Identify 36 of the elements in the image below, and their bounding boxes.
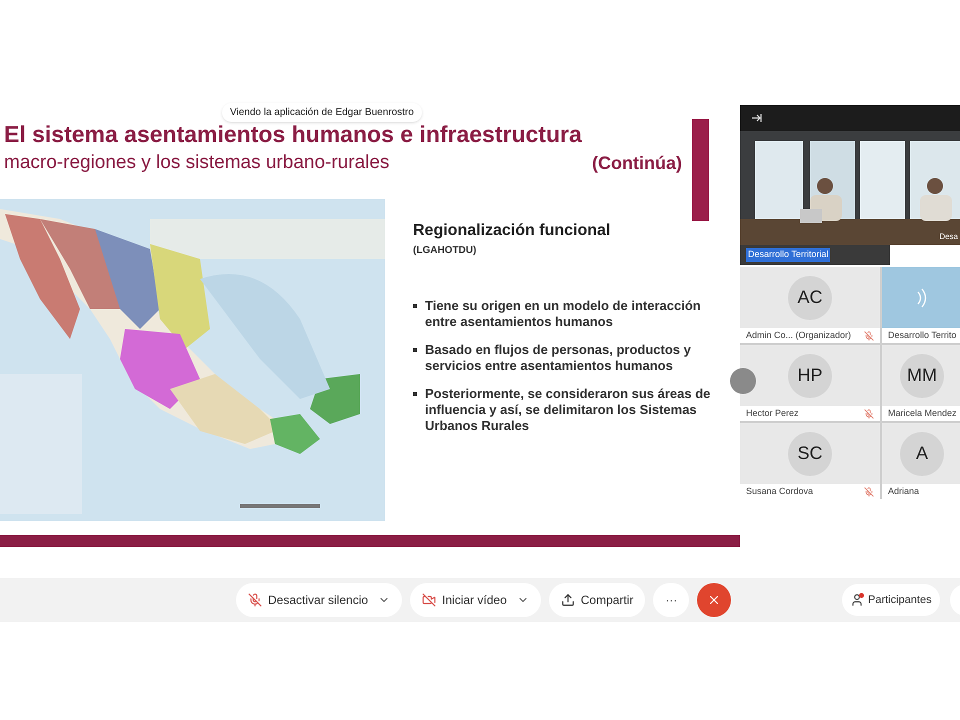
bullet-text: Basado en flujos de personas, productos y servicios entre asentamientos humanos	[425, 342, 692, 374]
video-off-icon	[422, 593, 436, 607]
toolbar-button[interactable]: Compartir	[548, 583, 646, 617]
participant-name: Desarrollo Territo	[888, 328, 956, 342]
continued-label: (Continúa)	[592, 152, 682, 175]
collapse-icon[interactable]	[752, 114, 762, 122]
viewing-banner: Viendo la aplicación de Edgar Buenrostro	[222, 103, 422, 122]
video-name-label: Desarrollo Territorial	[746, 248, 830, 262]
avatar: A	[900, 432, 944, 476]
bullet-text: Tiene su origen en un modelo de interacción entre asentamientos humanos	[425, 298, 702, 330]
bullet-icon	[413, 392, 417, 396]
avatar: HP	[788, 354, 832, 398]
bullet-text: Posteriormente, se consideraron sus áreas de influencia y así, se delimitaron los Sistemas Urbanos Rurales	[425, 386, 712, 434]
toolbar-button[interactable]: Desactivar silencio	[236, 583, 402, 617]
participants-button[interactable]: Participantes	[842, 584, 940, 616]
slide-subtitle: macro-regiones y los sistemas urbano-rurales	[4, 151, 390, 175]
bullet-icon	[413, 304, 417, 308]
muted-mic-icon	[248, 593, 262, 607]
participant-name: Adriana	[888, 484, 920, 498]
avatar: AC	[788, 276, 832, 320]
more-button[interactable]: ···	[653, 583, 690, 617]
speaking-icon	[916, 288, 928, 308]
participant-name: Hector Perez	[746, 406, 799, 420]
avatar: MM	[900, 354, 944, 398]
section-heading: Regionalización funcional	[413, 221, 612, 241]
participant-name: Susana Cordova	[746, 484, 814, 498]
video-name-label: Desa	[939, 231, 958, 243]
leave-button[interactable]	[697, 583, 732, 617]
toolbar-button[interactable]: Iniciar vídeo	[410, 583, 541, 617]
bullet-icon	[413, 348, 417, 352]
slide-title: El sistema asentamientos humanos e infraestructura	[4, 120, 583, 149]
avatar: SC	[788, 432, 832, 476]
share-icon	[560, 593, 575, 607]
participant-name: Admin Co... (Organizador)	[746, 328, 852, 342]
section-subheading: (LGAHOTDU)	[413, 244, 478, 258]
participant-name: Maricela Mendez	[888, 406, 957, 420]
